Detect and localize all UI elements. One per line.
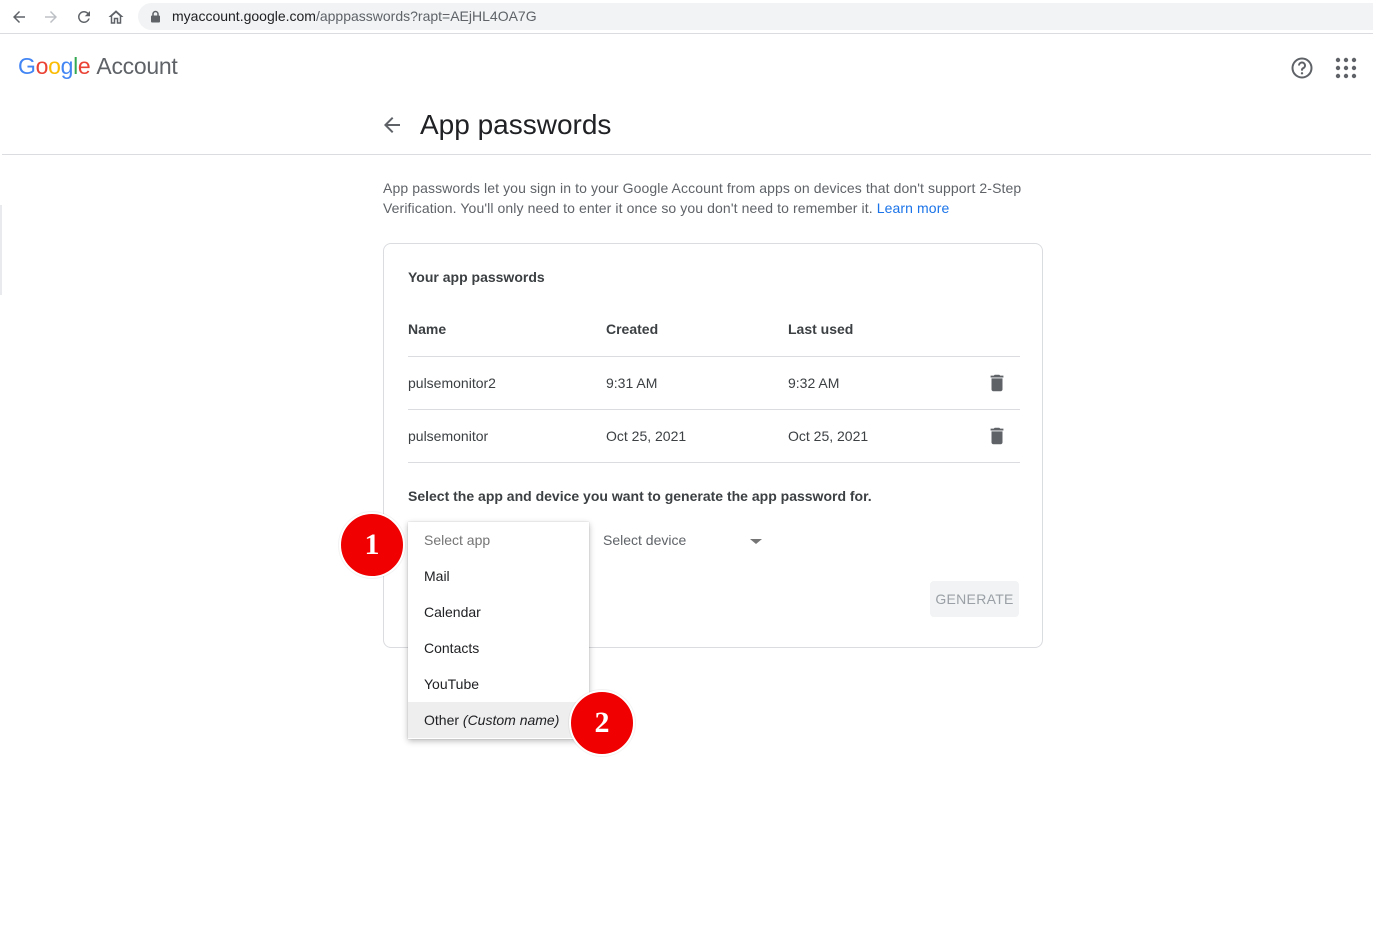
divider: [0, 205, 2, 295]
select-device-label: Select device: [603, 532, 687, 548]
row-created: Oct 25, 2021: [606, 428, 687, 444]
select-device-dropdown[interactable]: Select device: [603, 528, 763, 552]
menu-item-youtube[interactable]: YouTube: [408, 666, 589, 702]
table-divider: [408, 462, 1020, 463]
row-created: 9:31 AM: [606, 375, 658, 391]
google-apps-grid-icon[interactable]: [1335, 57, 1357, 79]
generate-button[interactable]: GENERATE: [930, 581, 1019, 617]
menu-item-other[interactable]: Other (Custom name): [408, 702, 589, 738]
google-account-header: Google Account: [0, 35, 1373, 99]
browser-back-icon[interactable]: [8, 6, 30, 28]
card-title: Your app passwords: [408, 269, 545, 285]
browser-toolbar: myaccount.google.com/apppasswords?rapt=A…: [0, 0, 1373, 34]
column-header-last-used: Last used: [788, 321, 854, 337]
row-last-used: 9:32 AM: [788, 375, 840, 391]
trash-icon[interactable]: [986, 425, 1008, 447]
menu-item-contacts[interactable]: Contacts: [408, 630, 589, 666]
step-marker-2: 2: [569, 690, 635, 756]
select-app-menu: Select app Mail Calendar Contacts YouTub…: [408, 522, 589, 739]
browser-reload-icon[interactable]: [73, 6, 95, 28]
learn-more-link[interactable]: Learn more: [877, 200, 950, 216]
url-text: myaccount.google.com/apppasswords?rapt=A…: [172, 8, 537, 24]
other-label: Other: [424, 712, 460, 728]
google-account-logo[interactable]: Google Account: [18, 53, 178, 80]
page-title: App passwords: [420, 109, 612, 140]
menu-item-select-app[interactable]: Select app: [408, 522, 589, 558]
intro-text: App passwords let you sign in to your Go…: [383, 180, 1022, 216]
browser-home-icon[interactable]: [105, 6, 127, 28]
step-marker-1: 1: [339, 512, 405, 578]
menu-item-calendar[interactable]: Calendar: [408, 594, 589, 630]
table-row: pulsemonitor2 9:31 AM 9:32 AM: [408, 356, 1020, 409]
trash-icon[interactable]: [986, 372, 1008, 394]
custom-name-hint: (Custom name): [462, 712, 560, 728]
row-name: pulsemonitor2: [408, 375, 496, 391]
page-title-bar: App passwords: [2, 99, 1371, 155]
lock-icon: [151, 10, 160, 23]
table-row: pulsemonitor Oct 25, 2021 Oct 25, 2021: [408, 409, 1020, 462]
row-name: pulsemonitor: [408, 428, 489, 444]
back-arrow-icon[interactable]: [380, 113, 404, 137]
caret-down-icon: [750, 539, 762, 544]
browser-forward-icon[interactable]: [40, 6, 62, 28]
help-icon[interactable]: [1289, 55, 1315, 81]
address-bar[interactable]: myaccount.google.com/apppasswords?rapt=A…: [138, 3, 1373, 30]
column-header-name: Name: [408, 321, 447, 337]
menu-item-mail[interactable]: Mail: [408, 558, 589, 594]
select-prompt: Select the app and device you want to ge…: [408, 488, 872, 504]
row-last-used: Oct 25, 2021: [788, 428, 869, 444]
column-header-created: Created: [606, 321, 659, 337]
